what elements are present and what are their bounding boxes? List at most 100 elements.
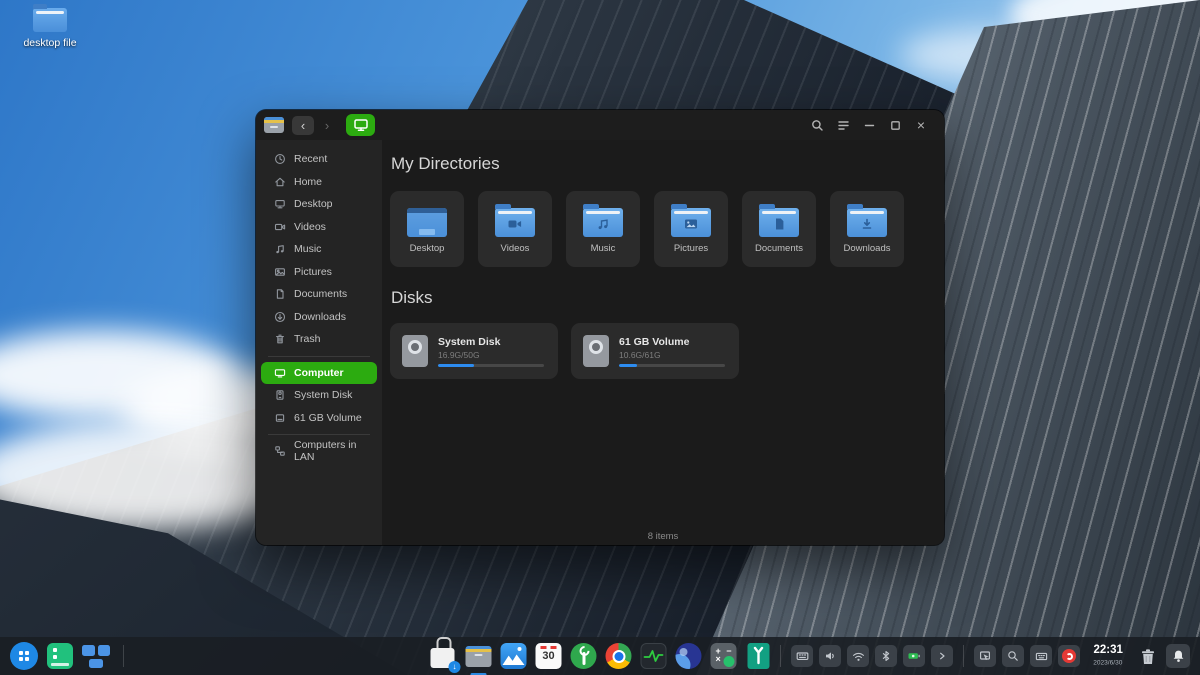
desktop-monitor-icon — [274, 198, 286, 210]
dock-separator — [123, 645, 124, 667]
computer-view-tab[interactable] — [346, 114, 375, 136]
dock-separator — [963, 645, 965, 667]
screen-recorder-icon[interactable] — [1058, 645, 1081, 667]
tile-label: Downloads — [843, 242, 891, 254]
sidebar-item-label: 61 GB Volume — [294, 411, 362, 424]
browser-icon[interactable] — [675, 643, 702, 669]
notification-center[interactable] — [1166, 644, 1190, 668]
bluetooth-icon[interactable] — [875, 645, 898, 667]
disk-info: System Disk 16.9G/50G — [438, 336, 546, 367]
home-icon — [274, 176, 286, 188]
directory-tile-videos[interactable]: Videos — [478, 191, 552, 267]
disk-card-system-disk[interactable]: System Disk 16.9G/50G — [390, 323, 558, 379]
menu-button[interactable] — [830, 114, 856, 136]
back-button[interactable]: ‹ — [292, 115, 314, 135]
music-icon — [274, 243, 286, 255]
titlebar[interactable]: ‹ › × — [256, 110, 944, 140]
sidebar-item-system-disk[interactable]: System Disk — [261, 384, 377, 407]
sidebar-item-desktop[interactable]: Desktop — [261, 193, 377, 216]
sidebar-item-label: Pictures — [294, 265, 332, 278]
directory-tile-pictures[interactable]: Pictures — [654, 191, 728, 267]
disk-usage-fill — [619, 363, 638, 367]
trash-dock-item[interactable] — [1136, 644, 1160, 668]
directory-tile-documents[interactable]: Documents — [742, 191, 816, 267]
minimize-icon — [864, 124, 874, 126]
sidebar-item-label: Home — [294, 175, 323, 188]
tile-label: Documents — [754, 242, 804, 254]
recent-clock-icon — [274, 153, 286, 165]
dock-left-group — [10, 642, 128, 670]
close-button[interactable]: × — [908, 114, 934, 136]
sidebar-item-downloads[interactable]: Downloads — [261, 306, 377, 329]
disk-card-61gb-volume[interactable]: 61 GB Volume 10.6G/61G — [571, 323, 739, 379]
section-title-directories: My Directories — [391, 154, 500, 173]
sidebar-item-trash[interactable]: Trash — [261, 328, 377, 351]
disk-usage-bar — [619, 363, 725, 367]
file-manager-icon[interactable] — [465, 643, 492, 675]
chrome-icon[interactable] — [605, 643, 632, 669]
app-store-icon[interactable] — [430, 643, 457, 669]
documents-folder-icon — [759, 203, 799, 237]
sidebar-item-computers-in-lan[interactable]: Computers in LAN — [261, 439, 377, 463]
launchpad-icon[interactable] — [47, 643, 73, 669]
section-title-disks: Disks — [391, 288, 433, 307]
sidebar-item-music[interactable]: Music — [261, 238, 377, 261]
sidebar-item-label: Videos — [294, 220, 326, 233]
desktop-shortcut-label: desktop file — [23, 37, 77, 49]
tile-label: Pictures — [673, 242, 709, 254]
folder-icon — [33, 4, 67, 32]
maximize-icon — [890, 120, 900, 130]
dock-app-group: 30 +−× — [430, 643, 770, 675]
screenshot-icon[interactable] — [974, 645, 997, 667]
control-center-icon[interactable] — [570, 643, 597, 669]
onboard-keyboard-icon[interactable] — [1030, 645, 1053, 667]
status-bar: 8 items — [647, 531, 679, 542]
search-icon[interactable] — [1002, 645, 1025, 667]
keyboard-icon[interactable] — [791, 645, 814, 667]
maximize-button[interactable] — [882, 114, 908, 136]
downloads-icon — [274, 311, 286, 323]
volume-icon — [274, 412, 286, 424]
calculator-icon[interactable]: + − × — [710, 643, 737, 669]
sidebar-separator — [268, 434, 370, 435]
toolbox-icon[interactable] — [747, 643, 770, 669]
computer-icon — [274, 367, 286, 379]
clock-date: 2023/6/30 — [1093, 658, 1123, 667]
wifi-icon[interactable] — [847, 645, 870, 667]
desktop-shortcut[interactable]: desktop file — [14, 4, 86, 49]
sidebar-item-pictures[interactable]: Pictures — [261, 261, 377, 284]
sidebar-item-61gb-volume[interactable]: 61 GB Volume — [261, 407, 377, 430]
sidebar-item-computer[interactable]: Computer — [261, 361, 377, 384]
system-monitor-icon[interactable] — [640, 643, 667, 669]
search-button[interactable] — [804, 114, 830, 136]
titlebar-drag-area[interactable] — [375, 110, 804, 140]
battery-icon[interactable] — [903, 645, 926, 667]
sidebar-item-recent[interactable]: Recent — [261, 148, 377, 171]
search-icon — [811, 119, 823, 131]
directory-tile-music[interactable]: Music — [566, 191, 640, 267]
sidebar-item-label: Desktop — [294, 198, 333, 211]
disk-info: 61 GB Volume 10.6G/61G — [619, 336, 727, 367]
volume-icon[interactable] — [819, 645, 842, 667]
sidebar-item-label: Computer — [294, 366, 344, 379]
expand-chevron-icon[interactable] — [931, 645, 954, 667]
disk-usage-bar — [438, 363, 544, 367]
tile-label: Desktop — [409, 242, 445, 254]
directory-tile-downloads[interactable]: Downloads — [830, 191, 904, 267]
multitasking-view-icon[interactable] — [82, 643, 110, 669]
file-manager-app-icon — [264, 117, 284, 133]
sidebar-item-documents[interactable]: Documents — [261, 283, 377, 306]
notification-bell-icon — [1173, 650, 1183, 662]
videos-icon — [274, 221, 286, 233]
sidebar-item-home[interactable]: Home — [261, 171, 377, 194]
clock[interactable]: 22:31 2023/6/30 — [1090, 645, 1126, 667]
directory-tile-desktop[interactable]: Desktop — [390, 191, 464, 267]
pictures-icon — [274, 266, 286, 278]
calendar-icon[interactable]: 30 — [535, 643, 562, 669]
sidebar-item-videos[interactable]: Videos — [261, 216, 377, 239]
image-viewer-icon[interactable] — [500, 643, 527, 669]
sidebar-separator — [268, 355, 370, 357]
minimize-button[interactable] — [856, 114, 882, 136]
forward-button[interactable]: › — [316, 116, 338, 135]
launcher-icon[interactable] — [10, 642, 38, 670]
